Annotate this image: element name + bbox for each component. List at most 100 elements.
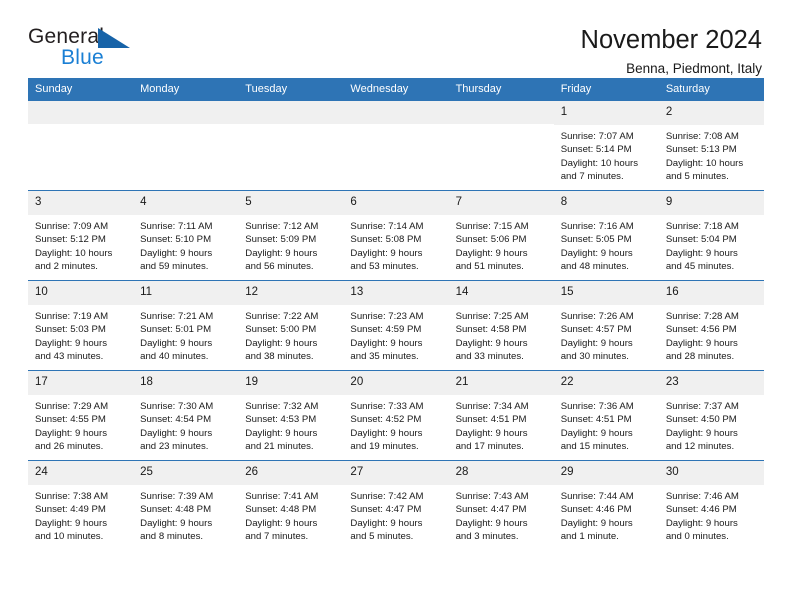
calendar-day-cell-empty (448, 100, 554, 191)
sunrise-time: Sunrise: 7:32 AM (245, 400, 319, 412)
daylight-duration-line2: and 45 minutes. (665, 261, 735, 273)
general-blue-logo[interactable]: General Blue (28, 26, 148, 76)
day-details: Sunrise: 7:34 AM Sunset: 4:51 PM Daylight:… (449, 395, 554, 454)
sunset-time: Sunset: 5:04 PM (665, 234, 737, 246)
daylight-duration-line2: and 5 minutes. (665, 171, 729, 183)
day-details: Sunrise: 7:30 AM Sunset: 4:54 PM Daylight:… (133, 395, 238, 454)
calendar-week-row: 1 Sunrise: 7:07 AM Sunset: 5:14 PM Daylight… (28, 100, 764, 191)
sunrise-time: Sunrise: 7:12 AM (245, 220, 319, 232)
calendar-day-cell[interactable]: 23 Sunrise: 7:37 AM Sunset: 4:50 PM Dayligh… (658, 370, 764, 461)
calendar-day-cell[interactable]: 13 Sunrise: 7:23 AM Sunset: 4:59 PM Dayligh… (343, 280, 449, 371)
calendar-day-cell[interactable]: 22 Sunrise: 7:36 AM Sunset: 4:51 PM Dayligh… (553, 370, 659, 461)
daylight-duration-line2: and 35 minutes. (350, 351, 419, 363)
sunrise-time: Sunrise: 7:43 AM (455, 490, 529, 502)
logo-triangle-icon (98, 28, 130, 48)
day-number: 11 (133, 281, 239, 305)
day-details: Sunrise: 7:28 AM Sunset: 4:56 PM Daylight:… (659, 305, 764, 364)
calendar-week-row: 10 Sunrise: 7:19 AM Sunset: 5:03 PM Dayligh… (28, 280, 764, 371)
daylight-duration-line2: and 51 minutes. (455, 261, 524, 273)
daylight-duration-line1: Daylight: 10 hours (35, 247, 113, 259)
day-details: Sunrise: 7:42 AM Sunset: 4:47 PM Daylight:… (343, 485, 448, 544)
day-details: Sunrise: 7:33 AM Sunset: 4:52 PM Daylight:… (343, 395, 448, 454)
calendar-week-row: 3 Sunrise: 7:09 AM Sunset: 5:12 PM Daylight… (28, 190, 764, 281)
daylight-duration-line2: and 7 minutes. (245, 531, 309, 543)
weekday-header-wednesday: Wednesday (343, 78, 449, 101)
calendar-day-cell[interactable]: 6 Sunrise: 7:14 AM Sunset: 5:08 PM Daylight… (343, 190, 449, 281)
daylight-duration-line1: Daylight: 9 hours (350, 337, 423, 349)
day-number: 24 (28, 461, 134, 485)
calendar-day-cell[interactable]: 30 Sunrise: 7:46 AM Sunset: 4:46 PM Dayligh… (658, 460, 764, 550)
sunrise-time: Sunrise: 7:39 AM (140, 490, 214, 502)
sunset-time: Sunset: 4:55 PM (35, 414, 106, 426)
day-number: 6 (343, 191, 449, 215)
sunset-time: Sunset: 4:50 PM (665, 414, 737, 426)
calendar-day-cell[interactable]: 3 Sunrise: 7:09 AM Sunset: 5:12 PM Daylight… (28, 190, 134, 281)
daylight-duration-line1: Daylight: 9 hours (140, 337, 213, 349)
calendar-day-cell[interactable]: 26 Sunrise: 7:41 AM Sunset: 4:48 PM Dayligh… (238, 460, 344, 550)
calendar-day-cell[interactable]: 8 Sunrise: 7:16 AM Sunset: 5:05 PM Daylight… (553, 190, 659, 281)
daylight-duration-line1: Daylight: 9 hours (665, 247, 738, 259)
weekday-header-sunday: Sunday (28, 78, 134, 101)
calendar-day-cell[interactable]: 29 Sunrise: 7:44 AM Sunset: 4:46 PM Dayligh… (553, 460, 659, 550)
calendar-day-cell[interactable]: 1 Sunrise: 7:07 AM Sunset: 5:14 PM Daylight… (553, 100, 659, 191)
day-details: Sunrise: 7:44 AM Sunset: 4:46 PM Daylight:… (554, 485, 659, 544)
calendar-day-cell[interactable]: 15 Sunrise: 7:26 AM Sunset: 4:57 PM Dayligh… (553, 280, 659, 371)
calendar-day-cell[interactable]: 25 Sunrise: 7:39 AM Sunset: 4:48 PM Dayligh… (133, 460, 239, 550)
sunrise-time: Sunrise: 7:16 AM (560, 220, 634, 232)
calendar-day-cell[interactable]: 11 Sunrise: 7:21 AM Sunset: 5:01 PM Dayligh… (133, 280, 239, 371)
daylight-duration-line1: Daylight: 9 hours (665, 517, 738, 529)
day-details: Sunrise: 7:29 AM Sunset: 4:55 PM Daylight:… (28, 395, 133, 454)
sunset-time: Sunset: 4:54 PM (140, 414, 212, 426)
day-number: 29 (553, 461, 659, 485)
day-details: Sunrise: 7:41 AM Sunset: 4:48 PM Daylight:… (238, 485, 343, 544)
page-header: General Blue November 2024 Benna, Piedmo… (28, 0, 764, 76)
day-number: 8 (553, 191, 659, 215)
sunset-time: Sunset: 5:10 PM (140, 234, 212, 246)
calendar-day-cell[interactable]: 20 Sunrise: 7:33 AM Sunset: 4:52 PM Dayligh… (343, 370, 449, 461)
daylight-duration-line2: and 21 minutes. (245, 441, 314, 453)
daylight-duration-line2: and 1 minute. (560, 531, 619, 543)
sunset-time: Sunset: 4:47 PM (350, 504, 422, 516)
calendar-page: General Blue November 2024 Benna, Piedmo… (0, 0, 792, 612)
day-number: 2 (658, 101, 764, 125)
calendar-day-cell[interactable]: 9 Sunrise: 7:18 AM Sunset: 5:04 PM Daylight… (658, 190, 764, 281)
calendar-day-cell[interactable]: 28 Sunrise: 7:43 AM Sunset: 4:47 PM Dayligh… (448, 460, 554, 550)
calendar-day-cell[interactable]: 19 Sunrise: 7:32 AM Sunset: 4:53 PM Dayligh… (238, 370, 344, 461)
day-details: Sunrise: 7:37 AM Sunset: 4:50 PM Daylight:… (659, 395, 764, 454)
sunrise-time: Sunrise: 7:19 AM (35, 310, 109, 322)
weekday-header-thursday: Thursday (448, 78, 554, 101)
calendar-day-cell[interactable]: 7 Sunrise: 7:15 AM Sunset: 5:06 PM Daylight… (448, 190, 554, 281)
calendar-day-cell[interactable]: 18 Sunrise: 7:30 AM Sunset: 4:54 PM Dayligh… (133, 370, 239, 461)
daylight-duration-line1: Daylight: 9 hours (350, 517, 423, 529)
daylight-duration-line1: Daylight: 9 hours (350, 427, 423, 439)
day-number (343, 101, 449, 124)
daylight-duration-line1: Daylight: 9 hours (455, 337, 528, 349)
sunrise-time: Sunrise: 7:15 AM (455, 220, 529, 232)
sunset-time: Sunset: 4:48 PM (140, 504, 212, 516)
calendar-day-cell[interactable]: 4 Sunrise: 7:11 AM Sunset: 5:10 PM Daylight… (133, 190, 239, 281)
sunrise-time: Sunrise: 7:34 AM (455, 400, 529, 412)
calendar-day-cell[interactable]: 16 Sunrise: 7:28 AM Sunset: 4:56 PM Dayligh… (658, 280, 764, 371)
day-details: Sunrise: 7:07 AM Sunset: 5:14 PM Daylight:… (554, 125, 659, 184)
calendar-day-cell[interactable]: 21 Sunrise: 7:34 AM Sunset: 4:51 PM Dayligh… (448, 370, 554, 461)
calendar-day-cell[interactable]: 27 Sunrise: 7:42 AM Sunset: 4:47 PM Dayligh… (343, 460, 449, 550)
calendar-day-cell[interactable]: 10 Sunrise: 7:19 AM Sunset: 5:03 PM Dayligh… (28, 280, 134, 371)
day-number (28, 101, 134, 124)
calendar-day-cell[interactable]: 2 Sunrise: 7:08 AM Sunset: 5:13 PM Daylight… (658, 100, 764, 191)
calendar-day-cell[interactable]: 24 Sunrise: 7:38 AM Sunset: 4:49 PM Dayligh… (28, 460, 134, 550)
daylight-duration-line1: Daylight: 9 hours (35, 517, 107, 529)
calendar-day-cell[interactable]: 12 Sunrise: 7:22 AM Sunset: 5:00 PM Dayligh… (238, 280, 344, 371)
sunset-time: Sunset: 5:05 PM (560, 234, 632, 246)
calendar-day-cell-empty (28, 100, 134, 191)
sunset-time: Sunset: 4:46 PM (560, 504, 632, 516)
calendar-day-cell[interactable]: 17 Sunrise: 7:29 AM Sunset: 4:55 PM Dayligh… (28, 370, 134, 461)
calendar-day-cell[interactable]: 5 Sunrise: 7:12 AM Sunset: 5:09 PM Daylight… (238, 190, 344, 281)
day-number: 26 (238, 461, 344, 485)
calendar-day-cell[interactable]: 14 Sunrise: 7:25 AM Sunset: 4:58 PM Dayligh… (448, 280, 554, 371)
daylight-duration-line1: Daylight: 9 hours (140, 427, 213, 439)
sunset-time: Sunset: 4:51 PM (560, 414, 632, 426)
calendar-day-cell-empty (133, 100, 239, 191)
weekday-header-saturday: Saturday (658, 78, 764, 101)
daylight-duration-line2: and 3 minutes. (455, 531, 519, 543)
day-number: 14 (448, 281, 554, 305)
